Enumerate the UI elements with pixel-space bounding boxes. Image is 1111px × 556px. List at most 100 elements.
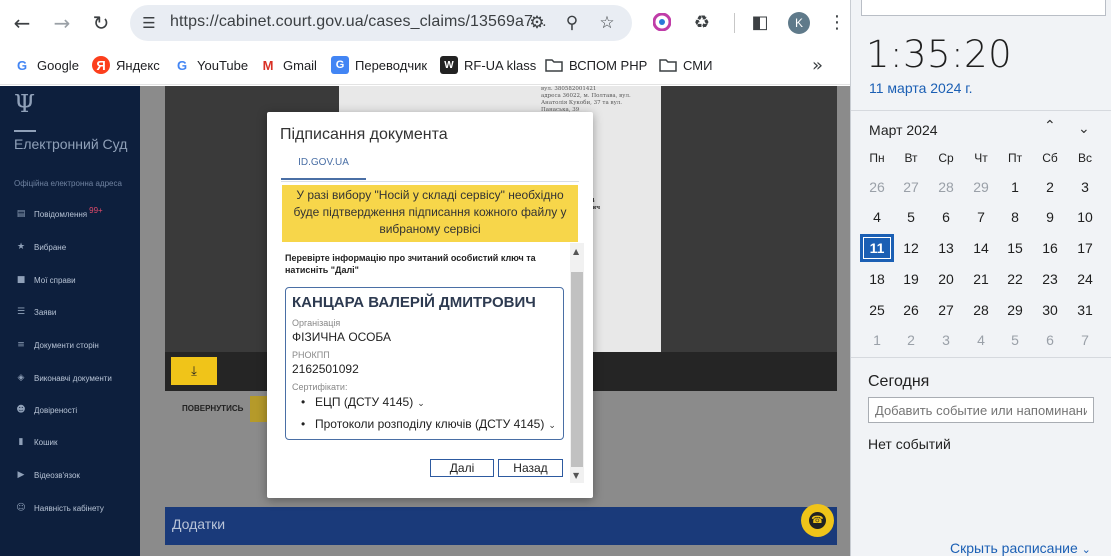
calendar-day[interactable]: 18 xyxy=(860,265,894,293)
calendar-day[interactable]: 13 xyxy=(929,234,963,262)
key-info-scroll-area[interactable]: Перевірте інформацію про зчитаний особис… xyxy=(282,243,585,483)
return-link[interactable]: ПОВЕРНУТИСЬ xyxy=(182,404,243,413)
calendar-day[interactable]: 2 xyxy=(894,326,928,354)
calendar-day[interactable]: 24 xyxy=(1068,265,1102,293)
back-button[interactable]: Назад xyxy=(498,459,563,477)
reload-icon[interactable]: ↻ xyxy=(87,9,115,37)
calendar-day[interactable]: 27 xyxy=(894,173,928,201)
chevron-down-icon[interactable]: ⌄ xyxy=(417,399,425,409)
calendar-day[interactable]: 29 xyxy=(998,296,1032,324)
calendar-day[interactable]: 6 xyxy=(1033,326,1067,354)
calendar-day[interactable]: 14 xyxy=(964,234,998,262)
calendar-day[interactable]: 25 xyxy=(860,296,894,324)
address-bar[interactable]: ☰ https://cabinet.court.gov.ua/cases_cla… xyxy=(130,5,632,41)
url-text[interactable]: https://cabinet.court.gov.ua/cases_claim… xyxy=(170,13,547,31)
bookmark-rf-ua[interactable]: W RF-UA klass xyxy=(440,55,536,75)
calendar-day[interactable]: 28 xyxy=(929,173,963,201)
next-month-chevron-down-icon[interactable]: ⌄ xyxy=(1078,121,1090,137)
forward-arrow-icon[interactable]: → xyxy=(48,9,76,37)
calendar-day[interactable]: 3 xyxy=(1068,173,1102,201)
zoom-icon[interactable]: ⚲ xyxy=(561,12,583,34)
extension-color-icon[interactable] xyxy=(650,10,674,34)
calendar-day[interactable]: 6 xyxy=(929,203,963,231)
side-panel-icon[interactable]: ◧ xyxy=(748,10,772,34)
sidebar-item-my-cases[interactable]: ■ Мої справи xyxy=(16,272,76,288)
calendar-day[interactable]: 5 xyxy=(998,326,1032,354)
calendar-day[interactable]: 15 xyxy=(998,234,1032,262)
calendar-day[interactable]: 7 xyxy=(1068,326,1102,354)
calendar-day[interactable]: 2 xyxy=(1033,173,1067,201)
calendar-day[interactable]: 4 xyxy=(860,203,894,231)
calendar-day[interactable]: 16 xyxy=(1033,234,1067,262)
download-button[interactable]: ⤓ xyxy=(171,357,217,385)
profile-avatar[interactable]: K xyxy=(788,12,810,34)
scrollbar-thumb[interactable] xyxy=(571,272,583,467)
calendar-day[interactable]: 1 xyxy=(860,326,894,354)
site-subtitle[interactable]: Офіційна електронна адреса xyxy=(14,179,122,188)
calendar-day[interactable]: 20 xyxy=(929,265,963,293)
certificate-item[interactable]: • ЕЦП (ДСТУ 4145) ⌄ xyxy=(301,395,425,409)
add-event-input[interactable] xyxy=(868,397,1094,423)
bookmark-folder-php[interactable]: ВСПОМ PHP xyxy=(545,55,647,75)
dialog-scrollbar[interactable]: ▲ ▼ xyxy=(570,243,584,483)
scroll-down-arrow-icon[interactable]: ▼ xyxy=(573,471,579,480)
extensions-puzzle-icon[interactable]: ♻ xyxy=(690,10,714,34)
calendar-day[interactable]: 28 xyxy=(964,296,998,324)
sidebar-item-cabinet-check[interactable]: ☺ Наявність кабінету xyxy=(16,500,104,516)
tab-id-gov-ua[interactable]: ID.GOV.UA xyxy=(281,157,366,180)
calendar-day[interactable]: 30 xyxy=(1033,296,1067,324)
bookmark-star-icon[interactable]: ☆ xyxy=(596,12,618,34)
password-key-icon[interactable]: ⚙ xyxy=(526,12,548,34)
menu-kebab-icon[interactable]: ⋮ xyxy=(825,10,849,34)
bookmark-gmail[interactable]: M Gmail xyxy=(259,55,317,75)
calendar-day[interactable]: 5 xyxy=(894,203,928,231)
sidebar-item-party-documents[interactable]: ≡ Документи сторін xyxy=(16,337,99,353)
bookmark-folder-smi[interactable]: СМИ xyxy=(659,55,712,75)
site-info-icon[interactable]: ☰ xyxy=(138,12,160,34)
sidebar-item-trash[interactable]: ▮ Кошик xyxy=(16,434,58,450)
calendar-day[interactable]: 4 xyxy=(964,326,998,354)
calendar-day-today[interactable]: 11 xyxy=(860,234,894,262)
sidebar-item-video[interactable]: ▶ Відеозв'язок xyxy=(16,467,80,483)
calendar-day[interactable]: 23 xyxy=(1033,265,1067,293)
browser-toolbar: ← → ↻ ☰ https://cabinet.court.gov.ua/cas… xyxy=(0,0,850,45)
call-button[interactable]: ☎ xyxy=(801,504,834,537)
calendar-day[interactable]: 1 xyxy=(998,173,1032,201)
calendar-day[interactable]: 27 xyxy=(929,296,963,324)
calendar-day[interactable]: 26 xyxy=(860,173,894,201)
sidebar-item-enforcement-docs[interactable]: ◈ Виконавчі документи xyxy=(16,370,112,386)
hide-schedule-link[interactable]: Скрыть расписание ⌄ xyxy=(950,540,1091,556)
chevron-down-icon[interactable]: ⌄ xyxy=(548,421,556,431)
calendar-day[interactable]: 3 xyxy=(929,326,963,354)
sign-button[interactable] xyxy=(250,396,268,422)
back-arrow-icon[interactable]: ← xyxy=(8,9,36,37)
bookmark-google[interactable]: G Google xyxy=(13,55,79,75)
sidebar-item-favorites[interactable]: ★ Вибране xyxy=(16,239,66,255)
bookmarks-overflow-icon[interactable]: » xyxy=(812,55,823,76)
clock-date[interactable]: 11 марта 2024 г. xyxy=(869,80,973,96)
calendar-day[interactable]: 19 xyxy=(894,265,928,293)
bookmark-youtube[interactable]: G YouTube xyxy=(173,55,248,75)
calendar-day[interactable]: 26 xyxy=(894,296,928,324)
calendar-month-label[interactable]: Март 2024 xyxy=(869,122,938,138)
calendar-day[interactable]: 22 xyxy=(998,265,1032,293)
calendar-day[interactable]: 9 xyxy=(1033,203,1067,231)
certificate-item[interactable]: • Протоколи розподілу ключів (ДСТУ 4145)… xyxy=(301,417,556,431)
next-button[interactable]: Далі xyxy=(430,459,494,477)
sidebar-item-notifications[interactable]: ▤ Повідомлення 99+ xyxy=(16,206,103,222)
calendar-day[interactable]: 8 xyxy=(998,203,1032,231)
bookmark-yandex[interactable]: Я Яндекс xyxy=(92,55,160,75)
calendar-day[interactable]: 7 xyxy=(964,203,998,231)
calendar-day[interactable]: 21 xyxy=(964,265,998,293)
sidebar-item-claims[interactable]: ☰ Заяви xyxy=(16,304,56,320)
calendar-day[interactable]: 31 xyxy=(1068,296,1102,324)
calendar-day[interactable]: 17 xyxy=(1068,234,1102,262)
sidebar-item-powers-of-attorney[interactable]: ☻ Довіреності xyxy=(16,402,77,418)
calendar-day[interactable]: 12 xyxy=(894,234,928,262)
calendar-day[interactable]: 29 xyxy=(964,173,998,201)
scroll-up-arrow-icon[interactable]: ▲ xyxy=(573,247,579,256)
prev-month-chevron-up-icon[interactable]: ⌃ xyxy=(1044,118,1056,134)
calendar-day[interactable]: 10 xyxy=(1068,203,1102,231)
attachments-section[interactable] xyxy=(165,507,837,545)
bookmark-translate[interactable]: G Переводчик xyxy=(331,55,427,75)
